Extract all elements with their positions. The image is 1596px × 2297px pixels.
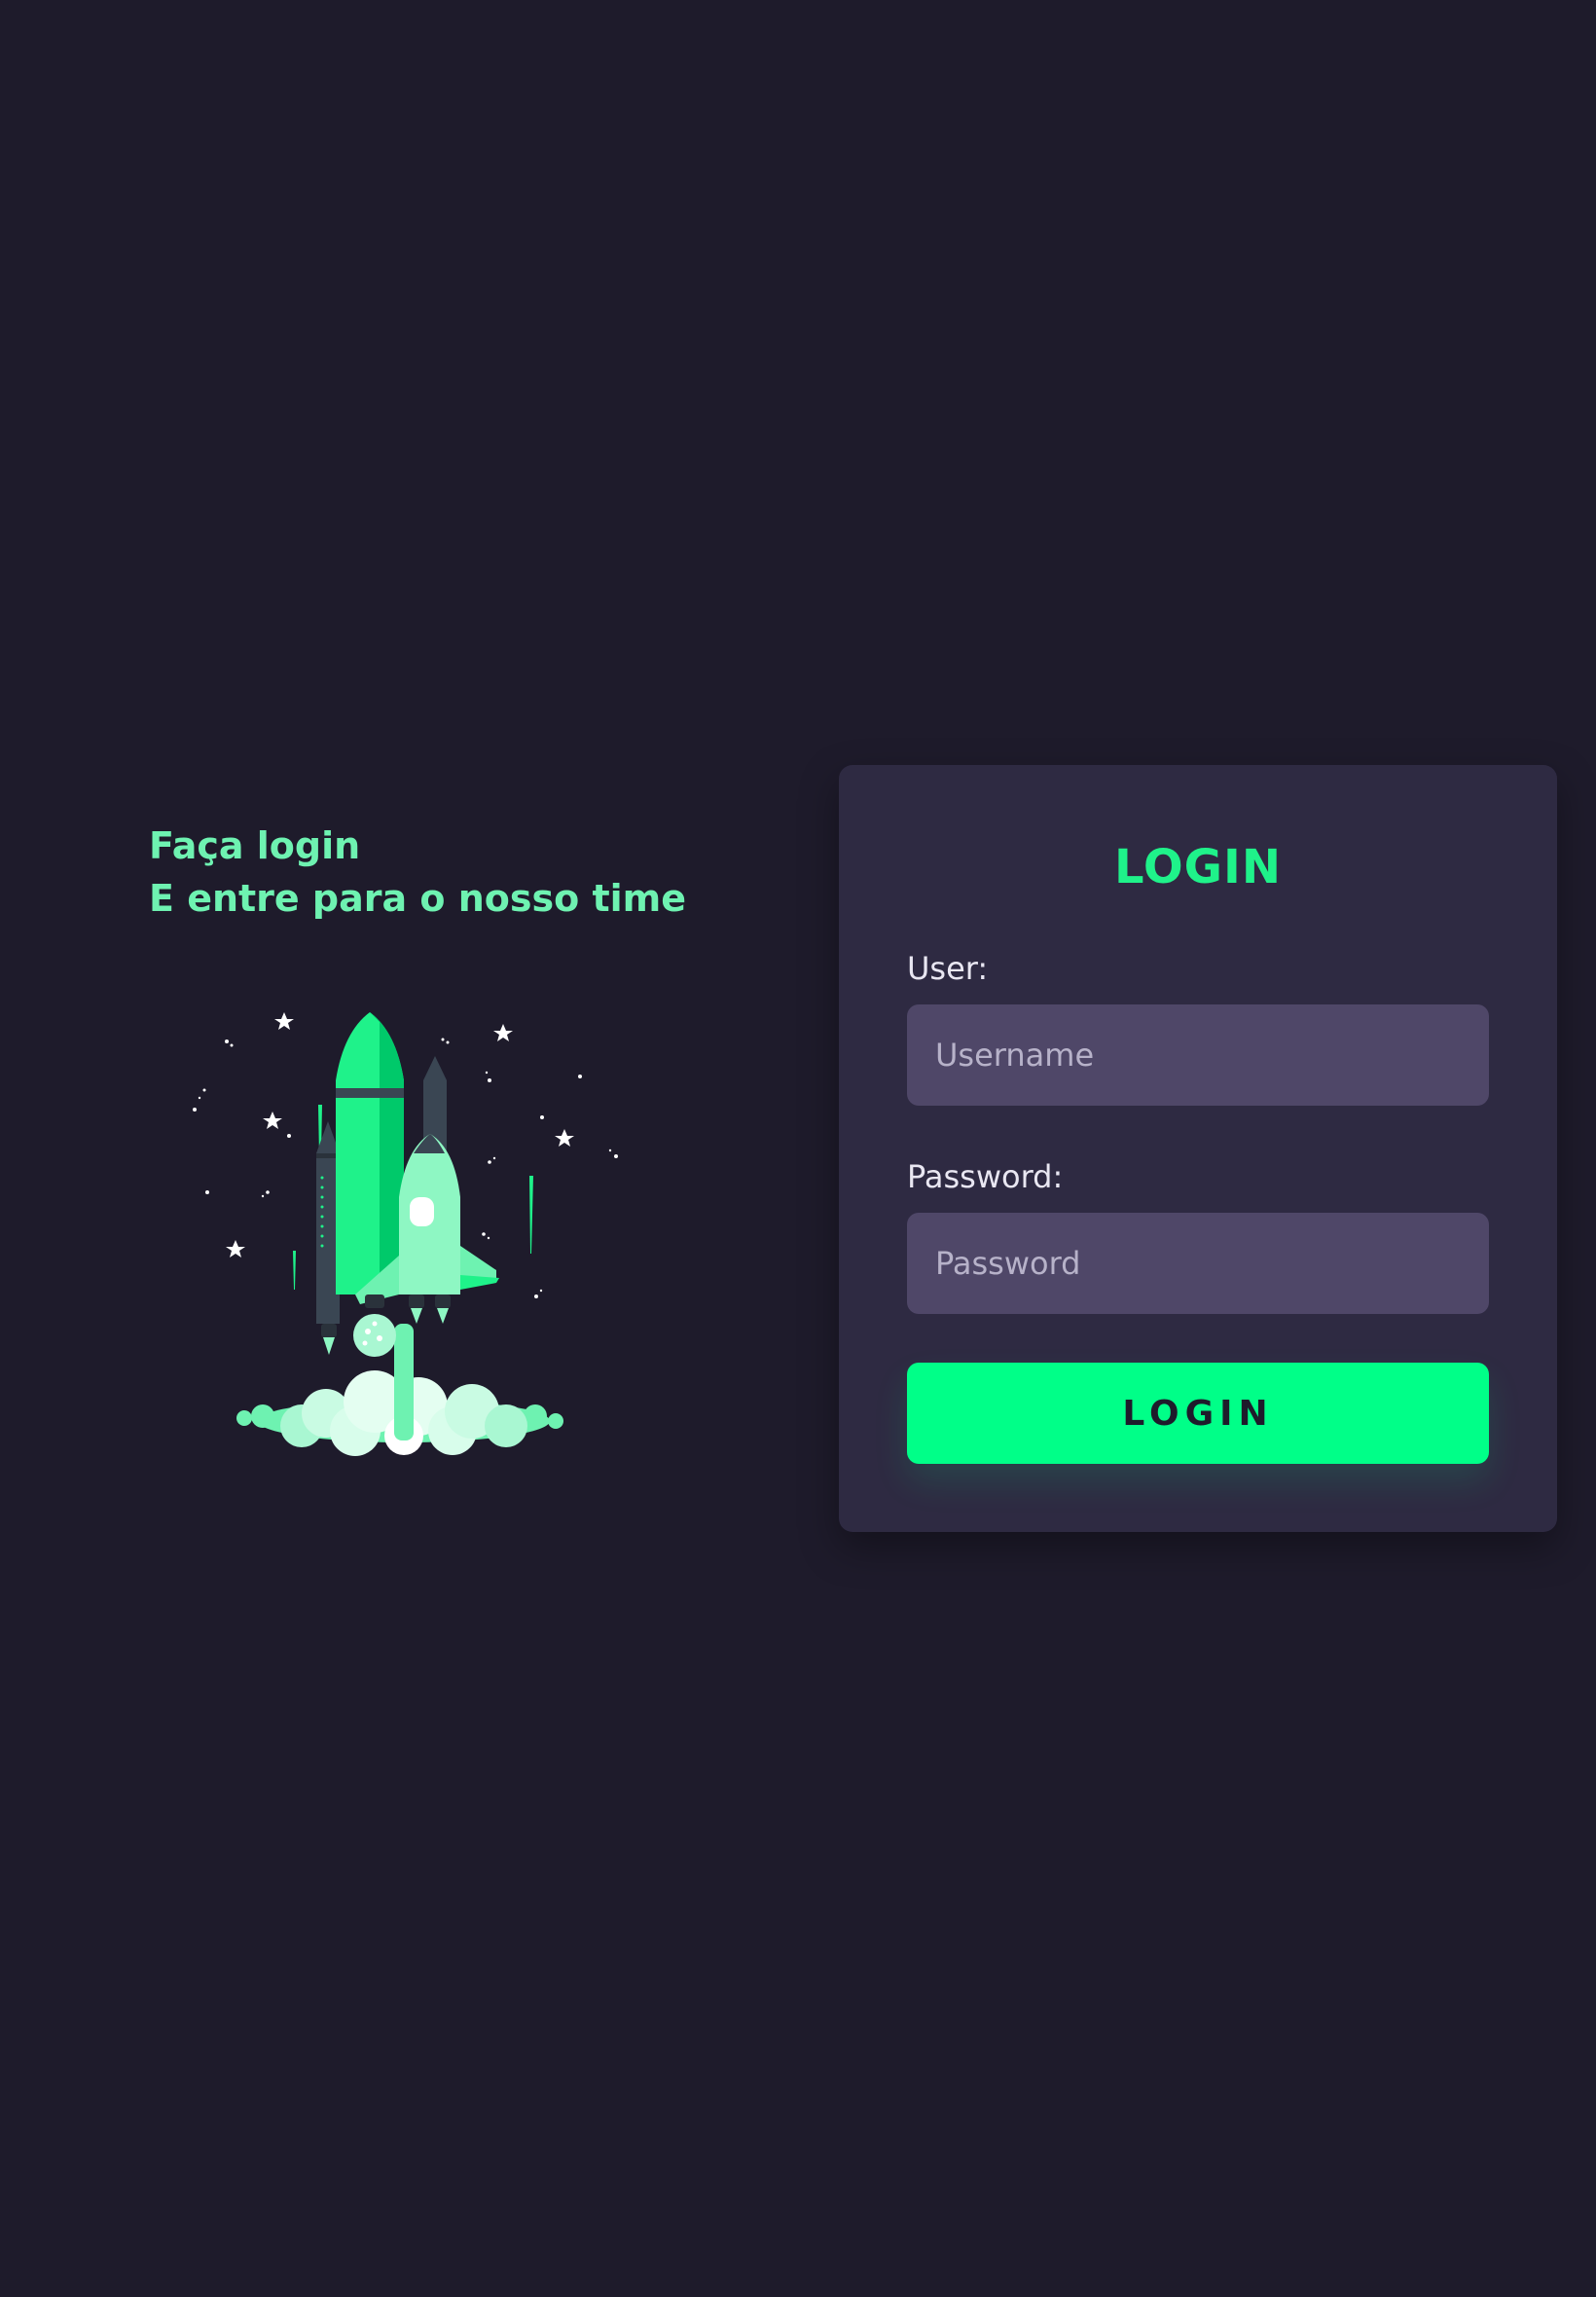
login-title: LOGIN: [1113, 840, 1283, 894]
hero-heading-line-1: Faça login: [149, 824, 361, 867]
rocket-body: [316, 1012, 499, 1357]
login-card: LOGIN User: Password: LOGIN: [839, 765, 1557, 1532]
login-page: Faça login E entre para o nosso time LOG…: [0, 0, 1596, 2297]
smoke-clouds: [236, 1324, 563, 1456]
hero-section: Faça login E entre para o nosso time: [149, 820, 694, 925]
user-label: User:: [907, 950, 989, 987]
password-input[interactable]: [907, 1213, 1489, 1314]
password-label: Password:: [907, 1158, 1064, 1195]
hero-heading-line-2: E entre para o nosso time: [149, 877, 687, 920]
rocket-launch-illustration: [193, 1012, 618, 1456]
login-button[interactable]: LOGIN: [907, 1363, 1489, 1464]
username-input[interactable]: [907, 1004, 1489, 1106]
